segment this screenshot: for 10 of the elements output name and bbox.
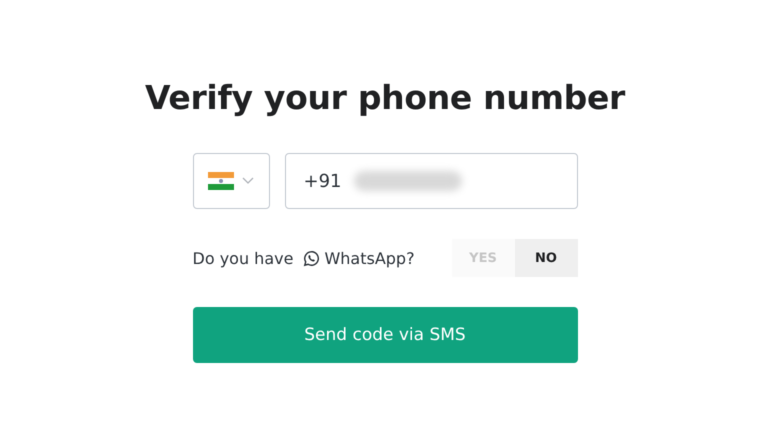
chat-bubble-icon: [303, 250, 320, 266]
toggle-option[interactable]: NO: [514, 239, 578, 277]
page-title: Verify your phone number: [144, 78, 626, 117]
chevron-icon: [242, 177, 254, 185]
whatsapp-label: WhatsApp?: [324, 248, 415, 268]
phone-field[interactable]: +91: [284, 153, 578, 209]
flag-icon: [208, 172, 234, 190]
question-text: Do you have: [192, 248, 294, 268]
country-select[interactable]: [192, 153, 270, 209]
dial-code: +91: [304, 170, 342, 192]
